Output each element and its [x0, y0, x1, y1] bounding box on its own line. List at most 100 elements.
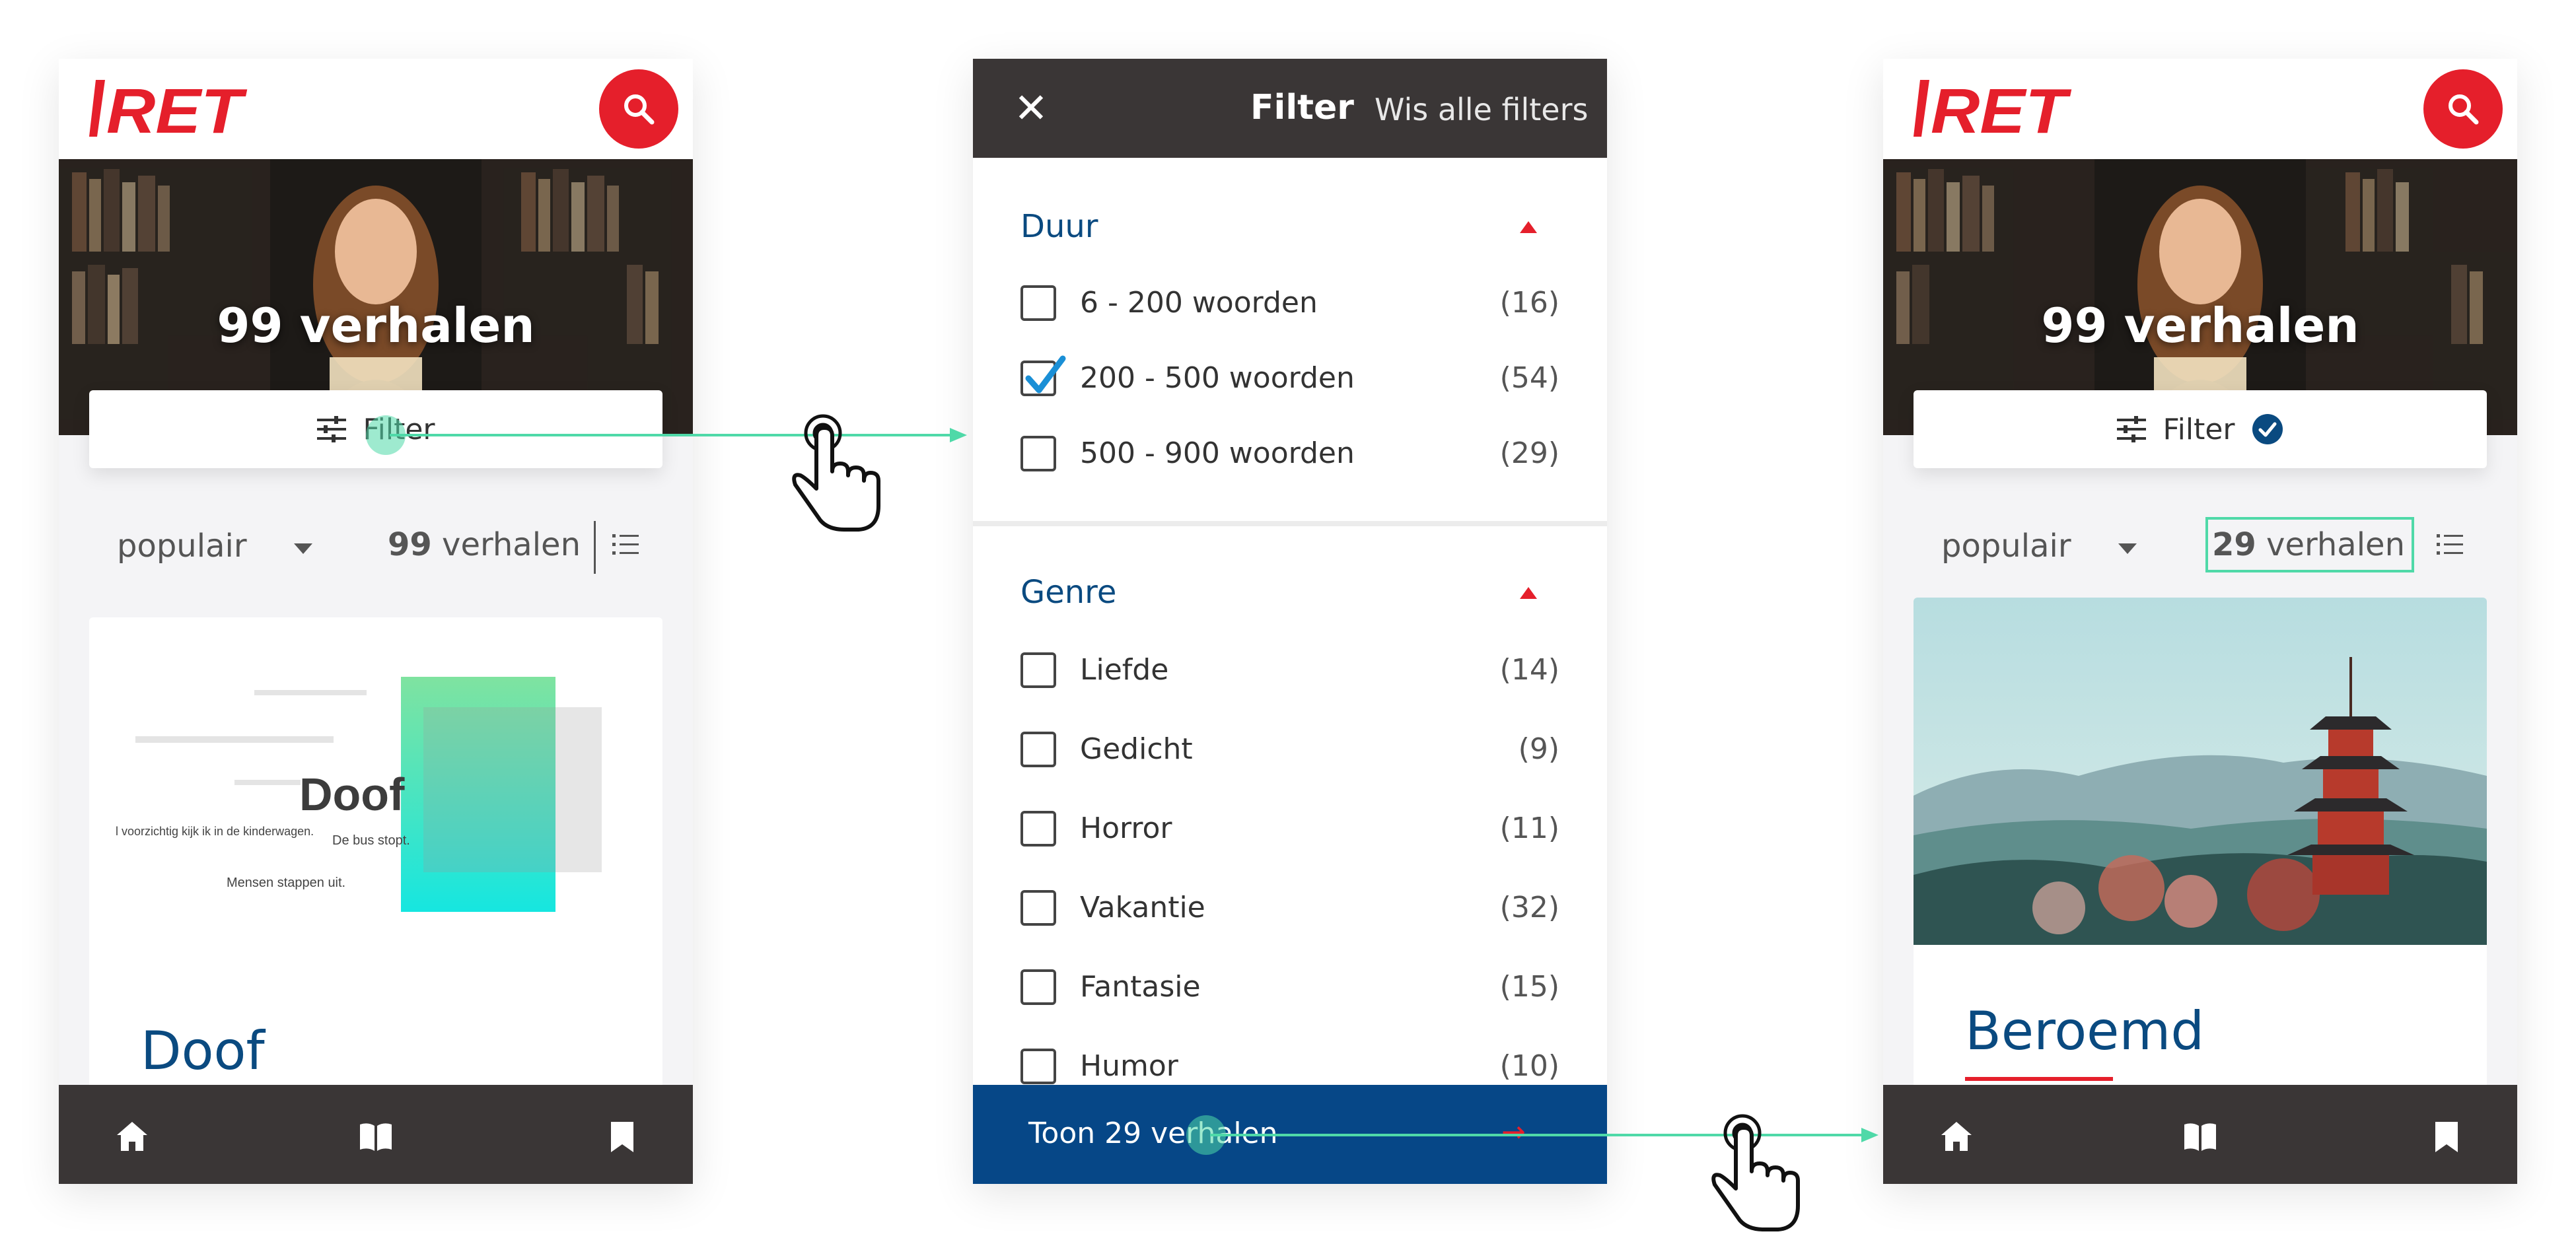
thumb-line-2: Mensen stappen uit.: [227, 876, 345, 890]
caret-up-icon[interactable]: [1520, 221, 1537, 233]
checkbox[interactable]: [1020, 732, 1056, 767]
option-count: (14): [1499, 653, 1559, 687]
section-duur-header[interactable]: Duur: [1020, 208, 1098, 245]
checkbox[interactable]: [1020, 436, 1056, 471]
story-card[interactable]: Beroemd: [1914, 598, 2487, 1126]
option-label: Liefde: [1080, 653, 1169, 687]
screen-filtered-list: RET 99 verhalen Filter populair 29 verha…: [1883, 59, 2517, 1184]
sort-dropdown[interactable]: populair: [1941, 528, 2071, 565]
clear-filters-button[interactable]: Wis alle filters: [1375, 92, 1588, 127]
option-count: (16): [1499, 286, 1559, 320]
flow-arrowhead-2: [1861, 1128, 1878, 1142]
result-count: 99 verhalen: [388, 526, 581, 563]
sort-row: populair 99 verhalen: [59, 508, 693, 580]
search-icon: [2449, 94, 2479, 125]
option-count: (9): [1518, 732, 1559, 766]
search-icon: [624, 94, 655, 125]
divider: [594, 521, 596, 574]
caret-up-icon[interactable]: [1520, 587, 1537, 599]
checkbox[interactable]: [1020, 285, 1056, 321]
checkmark-icon: [1025, 355, 1066, 394]
checkbox[interactable]: [1020, 1049, 1056, 1084]
filter-sliders-icon: [2116, 416, 2146, 442]
option-genre-3[interactable]: Horror (11): [1020, 808, 1559, 854]
checkbox[interactable]: [1020, 890, 1056, 926]
option-count: (10): [1499, 1049, 1559, 1083]
option-label: Horror: [1080, 812, 1172, 845]
search-button[interactable]: [599, 69, 678, 149]
sort-row: populair 29 verhalen: [1883, 508, 2517, 580]
thumb-title: Doof: [299, 769, 405, 820]
thumb-line-1: De bus stopt.: [332, 833, 410, 848]
bookmark-icon[interactable]: [611, 1122, 633, 1152]
ret-logo: RET: [89, 80, 248, 139]
checkbox[interactable]: [1020, 811, 1056, 847]
svg-text:RET: RET: [106, 80, 248, 139]
book-icon[interactable]: [360, 1122, 392, 1151]
tap-hand-icon: [1711, 1114, 1800, 1231]
home-icon[interactable]: [117, 1122, 147, 1151]
list-view-icon[interactable]: [612, 533, 639, 557]
option-duur-2[interactable]: 200 - 500 woorden (54): [1020, 355, 1559, 403]
story-card[interactable]: l voorzichtig kijk ik in de kinderwagen.…: [89, 617, 662, 1119]
option-count: (29): [1499, 436, 1559, 470]
book-icon[interactable]: [2184, 1122, 2216, 1151]
result-count-number: 99: [387, 526, 432, 563]
option-label: Fantasie: [1080, 970, 1201, 1004]
filter-sliders-icon: [316, 416, 346, 442]
story-thumbnail: [1914, 598, 2487, 945]
app-header: RET: [59, 59, 693, 159]
result-count-suffix: verhalen: [2256, 526, 2405, 563]
option-genre-2[interactable]: Gedicht (9): [1020, 728, 1559, 775]
story-title[interactable]: Doof: [141, 1020, 265, 1082]
close-icon[interactable]: ✕: [1014, 84, 1048, 132]
option-label: 6 - 200 woorden: [1080, 286, 1318, 320]
title-underline: [1965, 1077, 2113, 1081]
filter-label: Filter: [2163, 412, 2235, 446]
option-count: (54): [1499, 361, 1559, 395]
option-count: (11): [1499, 812, 1559, 845]
check-badge-icon: [2252, 414, 2283, 444]
caret-down-icon: [294, 543, 312, 554]
app-header: RET: [1883, 59, 2517, 159]
show-results-button[interactable]: Toon 29 verhalen →: [973, 1085, 1607, 1184]
filter-button[interactable]: Filter: [1914, 390, 2487, 468]
option-genre-1[interactable]: Liefde (14): [1020, 649, 1559, 695]
list-view-icon[interactable]: [2437, 533, 2463, 557]
option-label: 500 - 900 woorden: [1080, 436, 1355, 470]
section-divider: [973, 521, 1607, 526]
story-title[interactable]: Beroemd: [1965, 1000, 2204, 1062]
option-duur-3[interactable]: 500 - 900 woorden (29): [1020, 432, 1559, 479]
checkbox[interactable]: [1020, 652, 1056, 688]
hero-title: 99 verhalen: [217, 298, 535, 353]
section-genre-header[interactable]: Genre: [1020, 574, 1116, 611]
option-label: Vakantie: [1080, 891, 1205, 924]
bookmark-icon[interactable]: [2435, 1122, 2458, 1152]
option-label: Gedicht: [1080, 732, 1193, 766]
bottom-nav: [1883, 1085, 2517, 1184]
option-count: (32): [1499, 891, 1559, 924]
filter-button[interactable]: Filter: [89, 390, 662, 468]
result-count-number: 29: [2211, 526, 2256, 563]
sort-dropdown[interactable]: populair: [117, 528, 247, 565]
screen-story-list: RET 99 verhalen Filter populair 99 verha…: [59, 59, 693, 1184]
result-count: 29 verhalen: [2212, 526, 2405, 563]
option-genre-5[interactable]: Fantasie (15): [1020, 966, 1559, 1012]
tap-hand-icon: [792, 414, 880, 532]
filter-header: ✕ Filter Wis alle filters: [973, 59, 1607, 158]
option-label: 200 - 500 woorden: [1080, 361, 1355, 395]
home-icon[interactable]: [1941, 1122, 1972, 1151]
screen-filter: ✕ Filter Wis alle filters Duur 6 - 200 w…: [973, 59, 1607, 1184]
thumb-line-3: l voorzichtig kijk ik in de kinderwagen.: [116, 825, 314, 838]
result-count-suffix: verhalen: [431, 526, 581, 563]
checkbox[interactable]: [1020, 969, 1056, 1005]
search-button[interactable]: [2423, 69, 2503, 149]
show-results-label: Toon 29 verhalen: [1028, 1117, 1278, 1150]
ret-logo: RET: [1914, 80, 2072, 139]
caret-down-icon: [2118, 543, 2137, 554]
option-duur-1[interactable]: 6 - 200 woorden (16): [1020, 282, 1559, 328]
filter-label: Filter: [363, 412, 435, 446]
option-genre-4[interactable]: Vakantie (32): [1020, 887, 1559, 933]
flow-arrowhead-1: [950, 428, 967, 442]
option-count: (15): [1499, 970, 1559, 1004]
